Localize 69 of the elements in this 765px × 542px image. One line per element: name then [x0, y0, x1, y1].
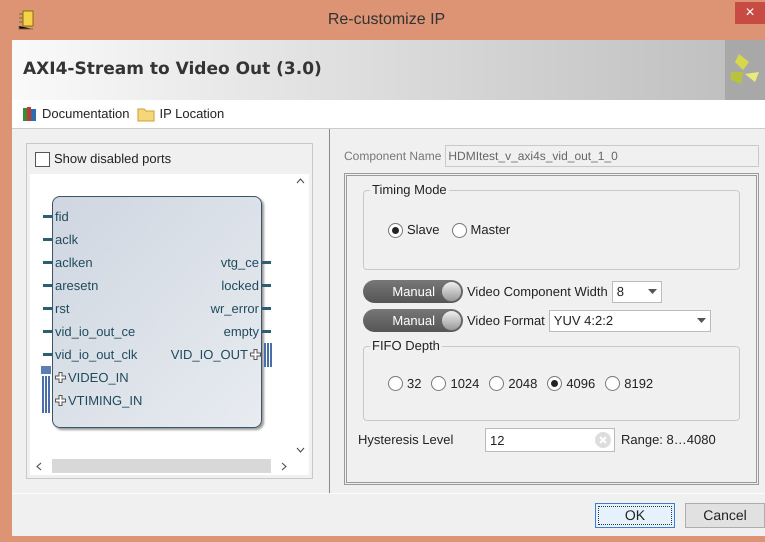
radio-option[interactable]: 8192 — [605, 374, 654, 394]
caret-icon — [696, 318, 706, 323]
group-title: Timing Mode — [370, 182, 449, 198]
bus-pin-icon — [263, 342, 273, 366]
checkbox[interactable] — [35, 152, 50, 166]
port-label: VTIMING_IN — [68, 392, 142, 410]
hysteresis-field[interactable]: 12 — [485, 428, 615, 452]
manual-toggle[interactable]: Manual — [363, 309, 463, 332]
port-label: VID_IO_OUT — [170, 346, 248, 364]
port-pin — [261, 261, 271, 264]
dialog-button[interactable]: Cancel — [685, 502, 765, 528]
checkbox-row[interactable]: Show disabled ports — [30, 147, 309, 171]
port-pin — [43, 238, 53, 241]
port-pin — [43, 284, 53, 287]
port-label: empty — [224, 322, 259, 341]
port-label: vid_io_out_ce — [55, 322, 136, 341]
port-label: aresetn — [55, 276, 98, 295]
scroll-down-icon[interactable] — [296, 447, 304, 453]
port-label: rst — [55, 300, 70, 318]
radio-option[interactable]: 1024 — [431, 374, 480, 394]
range-text: Range: 8…4080 — [621, 431, 716, 450]
folder-icon — [137, 106, 156, 122]
port-pin — [43, 353, 53, 356]
window-title: Re-customize IP — [326, 10, 446, 30]
close-button[interactable]: × — [735, 2, 765, 24]
group-title: FIFO Depth — [370, 338, 442, 354]
port-label: fid — [55, 208, 69, 226]
port-label: VIDEO_IN — [68, 368, 129, 387]
field-label: Component Name — [344, 148, 442, 165]
field-label: Hysteresis Level — [358, 431, 454, 450]
port-label: wr_error — [210, 300, 259, 318]
toolbar-button[interactable]: IP Location — [137, 104, 224, 124]
port-pin — [43, 307, 53, 310]
toolbar-button[interactable]: Documentation — [22, 104, 130, 124]
bus-pin-icon — [41, 366, 51, 390]
dialog-button[interactable]: OK — [595, 502, 675, 528]
scroll-up-icon[interactable] — [296, 178, 304, 184]
scroll-left-icon[interactable] — [36, 462, 42, 470]
books-icon — [22, 106, 38, 122]
dropdown[interactable]: 8 — [612, 280, 662, 302]
scroll-right-icon[interactable] — [281, 462, 287, 470]
field-label: Video Component Width — [467, 282, 608, 301]
field-label: Video Format — [467, 312, 545, 330]
port-pin — [261, 284, 271, 287]
plus-icon[interactable] — [250, 349, 261, 360]
radio-option[interactable]: Slave — [388, 220, 440, 240]
dropdown[interactable]: YUV 4:2:2 — [548, 310, 711, 332]
port-pin — [261, 307, 271, 310]
radio-option[interactable]: Master — [452, 220, 510, 240]
port-label: locked — [221, 276, 259, 295]
plus-icon[interactable] — [55, 395, 66, 406]
port-label: vtg_ce — [220, 254, 259, 272]
horizontal-scrollbar[interactable] — [52, 459, 271, 473]
port-label: vid_io_out_clk — [55, 346, 138, 364]
port-pin — [43, 215, 53, 218]
radio-option[interactable]: 32 — [388, 374, 422, 394]
plus-icon[interactable] — [55, 372, 66, 383]
port-label: aclk — [55, 230, 78, 249]
port-label: aclken — [55, 254, 93, 272]
component-name-field[interactable]: HDMItest_v_axi4s_vid_out_1_0 — [445, 145, 759, 167]
caret-icon — [648, 289, 657, 294]
port-pin — [261, 330, 271, 333]
port-pin — [43, 330, 53, 333]
port-pin — [43, 261, 53, 264]
manual-toggle[interactable]: Manual — [363, 280, 463, 303]
bus-pin-icon — [41, 388, 51, 412]
radio-option[interactable]: 2048 — [489, 374, 538, 394]
ip-title: AXI4-Stream to Video Out (3.0) — [22, 58, 323, 82]
radio-option[interactable]: 4096 — [547, 374, 596, 394]
